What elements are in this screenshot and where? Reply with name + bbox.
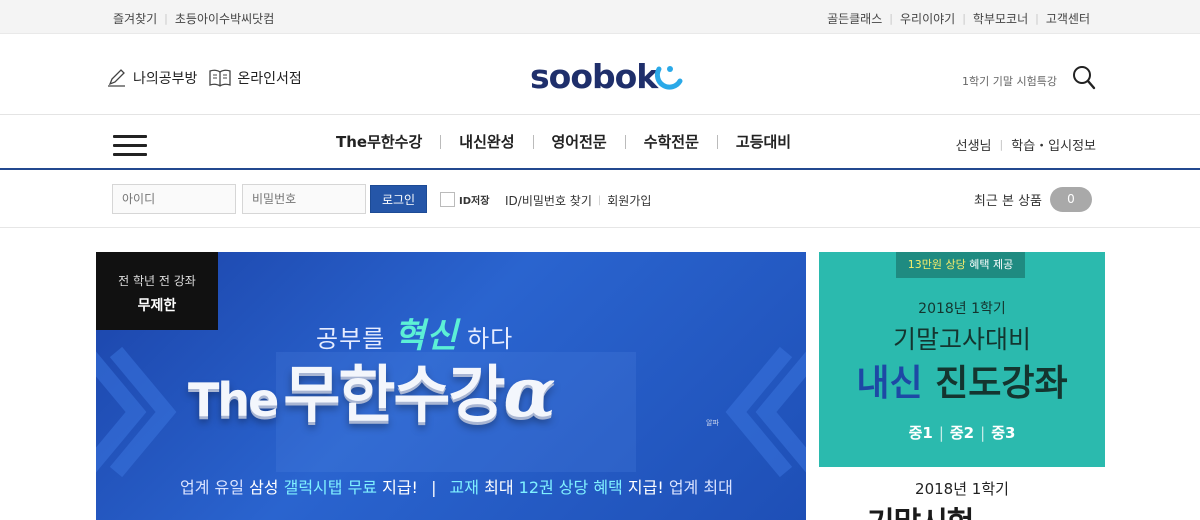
hero-title: The무한수강α [188,344,556,434]
hero-tag: 전 학년 전 강좌 무제한 [96,252,218,330]
grade-links: 중1 | 중2 | 중3 [819,422,1105,443]
parents-corner-link[interactable]: 학부모코너 [973,10,1028,27]
find-id-password-link[interactable]: ID/비밀번호 찾기 [505,192,592,209]
id-input[interactable] [112,184,236,214]
separator: | [980,424,986,442]
nav-side-links: 선생님 | 학습・입시정보 [956,135,1096,154]
separator: | [164,12,168,25]
customer-center-link[interactable]: 고객센터 [1046,10,1090,27]
separator: | [1035,12,1039,25]
search-icon [1073,66,1096,90]
nav-item-high-school-prep[interactable]: 고등대비 [736,131,791,152]
gnb-menu: The무한수강 내신완성 영어전문 수학전문 고등대비 [336,131,791,152]
side-banner-top: 13만원 상당 혜택 제공 2018년 1학기 기말고사대비 내신 진도강좌 중… [819,252,1105,467]
save-id-label: ID저장 [459,196,490,207]
separator [624,134,626,149]
separator [532,134,534,149]
study-room-label: 나의공부방 [133,71,198,87]
hero-copy-1: 업계 유일 [180,478,244,497]
utility-left: 즐겨찾기 | 초등아이수박씨닷컴 [113,10,274,27]
side-banner-exam: 기말고사대비 [892,325,1031,354]
separator: | [431,478,437,497]
utility-bar: 즐겨찾기 | 초등아이수박씨닷컴 골든클래스 | 우리이야기 | 학부모코너 |… [0,0,1200,34]
teachers-link[interactable]: 선생님 [956,135,992,154]
header: 나의공부방 온라인서점 soobok 1학기 기말 시험특강 [0,35,1200,115]
save-id-checkbox[interactable]: ID저장 [440,192,489,207]
side-banner-bottom-title: 기말시험 [867,498,974,520]
benefit-rest: 혜택 제공 [969,258,1014,271]
hero-copy-3: 갤럭시탭 무료 [283,478,378,497]
separator: | [938,424,944,442]
our-story-link[interactable]: 우리이야기 [900,10,955,27]
recent-products[interactable]: 최근 본 상품 0 [974,187,1092,212]
nav-item-unlimited[interactable]: The무한수강 [336,131,422,152]
study-room-link[interactable]: 나의공부방 [107,68,197,88]
pencil-icon [108,69,125,87]
checkbox-box[interactable] [440,192,455,207]
join-link[interactable]: 회원가입 [607,192,651,209]
book-icon [209,69,232,87]
hero-title-the: The [188,373,279,427]
nav-item-english[interactable]: 영어전문 [552,131,607,152]
separator: | [999,138,1004,151]
login-bar: 로그인 ID저장 ID/비밀번호 찾기 | 회원가입 최근 본 상품 0 [0,172,1200,228]
grade-link-2[interactable]: 중2 [950,424,974,442]
quick-links: 나의공부방 온라인서점 [107,68,314,88]
utility-right: 골든클래스 | 우리이야기 | 학부모코너 | 고객센터 [827,10,1090,27]
login-button[interactable]: 로그인 [370,185,427,213]
hero-tag-line2: 무제한 [137,298,177,314]
side-banner-title-rest: 진도강좌 [935,363,1068,404]
hero-copy-5: 교재 [449,478,479,497]
hero-tag-line1: 전 학년 전 강좌 [118,274,196,288]
separator: | [962,12,966,25]
search-promo-text[interactable]: 1학기 기말 시험특강 [962,73,1057,89]
bookstore-link[interactable]: 온라인서점 [209,68,302,88]
hero-bottom-copy: 업계 유일 삼성 갤럭시탭 무료 지급! | 교재 최대 12권 상당 혜택 지… [180,474,733,498]
recent-products-label: 최근 본 상품 [973,194,1042,209]
hero-copy-9: 업계 최대 [668,478,733,497]
hero-copy-8: 지급! [627,478,664,497]
grade-link-1[interactable]: 중1 [909,424,933,442]
menu-hamburger-icon[interactable] [113,135,147,157]
hero-title-main: 무한수강 [283,358,505,431]
side-banner-title-accent: 내신 [856,363,923,404]
hero-copy-4: 지급! [382,478,418,497]
grade-link-3[interactable]: 중3 [991,424,1015,442]
side-banner[interactable]: 13만원 상당 혜택 제공 2018년 1학기 기말고사대비 내신 진도강좌 중… [819,252,1105,520]
search-button[interactable] [1072,65,1096,91]
side-banner-title: 내신 진도강좌 [819,354,1105,406]
golden-class-link[interactable]: 골든클래스 [827,10,882,27]
benefit-amount: 13만원 상당 [907,258,966,271]
hero-banner[interactable]: 전 학년 전 강좌 무제한 공부를 혁신 하다 The무한수강α 알파 업계 유… [96,252,806,520]
bookmark-link[interactable]: 즐겨찾기 [113,10,157,27]
separator [440,134,442,149]
main-nav: The무한수강 내신완성 영어전문 수학전문 고등대비 선생님 | 학습・입시정… [0,116,1200,170]
separator: | [597,195,602,206]
elementary-site-link[interactable]: 초등아이수박씨닷컴 [175,10,274,27]
logo-wordmark: soobok [530,57,658,96]
separator: | [889,12,893,25]
benefit-pill: 13만원 상당 혜택 제공 [896,252,1025,278]
separator [716,134,718,149]
admission-info-link[interactable]: 학습・입시정보 [1011,135,1096,154]
hero-copy-2: 삼성 [249,478,279,497]
password-input[interactable] [242,184,366,214]
logo-drop-icon [654,66,683,90]
side-banner-bottom-year: 2018년 1학기 [915,480,1009,498]
hero-title-alpha: α [503,353,556,433]
hero-copy-6: 최대 [484,478,514,497]
bookstore-label: 온라인서점 [237,71,302,87]
side-banner-year: 2018년 1학기 [918,301,1006,317]
hero-alpha-caption: 알파 [706,419,719,427]
site-logo[interactable]: soobok [530,55,690,99]
nav-item-school-complete[interactable]: 내신완성 [459,131,514,152]
account-links: ID/비밀번호 찾기 | 회원가입 [505,192,651,209]
hero-copy-7: 12권 상당 혜택 [518,478,623,497]
nav-item-math[interactable]: 수학전문 [644,131,699,152]
recent-products-count: 0 [1050,187,1092,212]
